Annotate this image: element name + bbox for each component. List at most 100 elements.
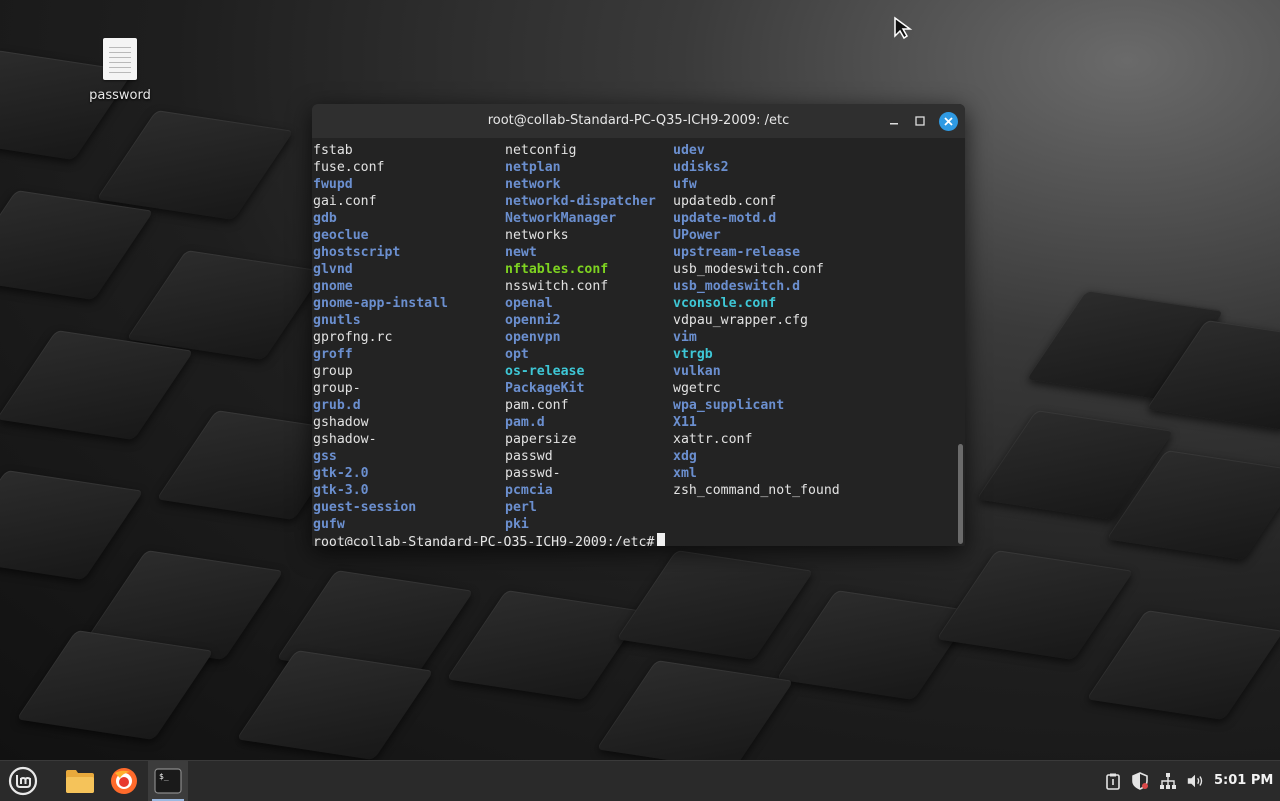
listing-entry: gnutls [313,313,361,328]
listing-entry: netconfig [505,143,577,158]
listing-entry: network [505,177,561,192]
listing-entry: gss [313,449,337,464]
listing-entry: pcmcia [505,483,553,498]
folder-icon [66,770,94,793]
listing-entry: gdb [313,211,337,226]
listing-entry: networkd-dispatcher [505,194,656,209]
mouse-pointer-icon [894,16,913,40]
listing-entry: fwupd [313,177,353,192]
listing-entry: xml [673,466,697,481]
listing-entry: zsh_command_not_found [673,483,840,498]
listing-entry: opt [505,347,529,362]
minimize-button[interactable] [885,112,903,130]
listing-entry: updatedb.conf [673,194,777,209]
listing-entry: gnome-app-install [313,296,448,311]
text-document-icon [103,38,137,80]
listing-entry: ufw [673,177,697,192]
listing-entry: pam.conf [505,398,569,413]
terminal-launcher[interactable]: $_ [148,761,188,801]
files-launcher[interactable] [60,761,100,801]
listing-entry: passwd [505,449,553,464]
listing-entry: pam.d [505,415,545,430]
listing-entry: networks [505,228,569,243]
listing-entry: UPower [673,228,721,243]
listing-entry: usb_modeswitch.conf [673,262,824,277]
listing-entry: netplan [505,160,561,175]
listing-entry: fuse.conf [313,160,385,175]
linux-mint-logo-icon [8,766,38,796]
listing-entry: wgetrc [673,381,721,396]
window-title: root@collab-Standard-PC-Q35-ICH9-2009: /… [487,113,790,128]
scrollbar[interactable] [958,444,963,544]
listing-entry: group- [313,381,361,396]
firefox-icon [111,768,137,794]
close-icon [944,117,953,126]
listing-entry: geoclue [313,228,369,243]
close-button[interactable] [939,112,958,131]
shell-prompt[interactable]: root@collab-Standard-PC-Q35-ICH9-2009:/e… [313,533,666,546]
shield-icon[interactable] [1131,772,1149,790]
window-titlebar[interactable]: root@collab-Standard-PC-Q35-ICH9-2009: /… [312,104,965,138]
taskbar: $_ 5:01 PM [0,760,1280,801]
listing-entry: groff [313,347,353,362]
listing-entry: xattr.conf [673,432,753,447]
listing-entry: os-release [505,364,585,379]
menu-button[interactable] [4,761,42,801]
listing-entry: gtk-2.0 [313,466,369,481]
terminal-window[interactable]: root@collab-Standard-PC-Q35-ICH9-2009: /… [312,104,965,546]
listing-entry: ghostscript [313,245,401,260]
listing-entry: update-motd.d [673,211,777,226]
listing-column: fstab fuse.conf fwupd gai.conf gdb geoclue gho… [313,142,448,533]
maximize-button[interactable] [911,112,929,130]
listing-entry: udisks2 [673,160,729,175]
listing-entry: glvnd [313,262,353,277]
listing-entry: fstab [313,143,353,158]
listing-entry: upstream-release [673,245,801,260]
listing-entry: NetworkManager [505,211,617,226]
listing-entry: vconsole.conf [673,296,777,311]
listing-entry: gtk-3.0 [313,483,369,498]
clock[interactable]: 5:01 PM [1214,773,1273,788]
listing-entry: xdg [673,449,697,464]
listing-column: udev udisks2 ufw updatedb.conf update-motd.d… [673,142,840,499]
listing-entry: group [313,364,353,379]
listing-entry: passwd- [505,466,561,481]
desktop-icon-label: password [89,88,151,103]
listing-entry: nftables.conf [505,262,609,277]
listing-entry: usb_modeswitch.d [673,279,801,294]
listing-entry: X11 [673,415,697,430]
listing-entry: papersize [505,432,577,447]
listing-entry: vim [673,330,697,345]
terminal-icon: $_ [154,768,182,794]
listing-entry: gshadow [313,415,369,430]
listing-entry: newt [505,245,537,260]
minimize-icon [890,123,898,125]
listing-entry: pki [505,517,529,532]
listing-entry: openal [505,296,553,311]
listing-entry: vulkan [673,364,721,379]
prompt-text: root@collab-Standard-PC-Q35-ICH9-2009:/e… [313,535,655,546]
listing-entry: PackageKit [505,381,585,396]
listing-entry: gprofng.rc [313,330,393,345]
svg-text:$_: $_ [159,772,169,781]
listing-entry: gufw [313,517,345,532]
listing-entry: vdpau_wrapper.cfg [673,313,808,328]
firefox-launcher[interactable] [104,761,144,801]
listing-entry: wpa_supplicant [673,398,785,413]
desktop-icon-password[interactable]: password [80,38,160,103]
listing-entry: perl [505,500,537,515]
text-cursor [657,533,666,546]
listing-entry: grub.d [313,398,361,413]
network-icon[interactable] [1159,772,1177,790]
listing-entry: udev [673,143,705,158]
listing-entry: vtrgb [673,347,713,362]
listing-entry: gshadow- [313,432,377,447]
terminal-output[interactable]: fstab fuse.conf fwupd gai.conf gdb geoclue gho… [312,138,953,546]
volume-icon[interactable] [1186,772,1204,790]
listing-entry: nsswitch.conf [505,279,609,294]
listing-entry: gai.conf [313,194,377,209]
desktop: password root@collab-Standard-PC-Q35-ICH… [0,0,1280,760]
clipboard-icon[interactable] [1104,772,1122,790]
listing-entry: guest-session [313,500,417,515]
maximize-icon [915,116,925,126]
